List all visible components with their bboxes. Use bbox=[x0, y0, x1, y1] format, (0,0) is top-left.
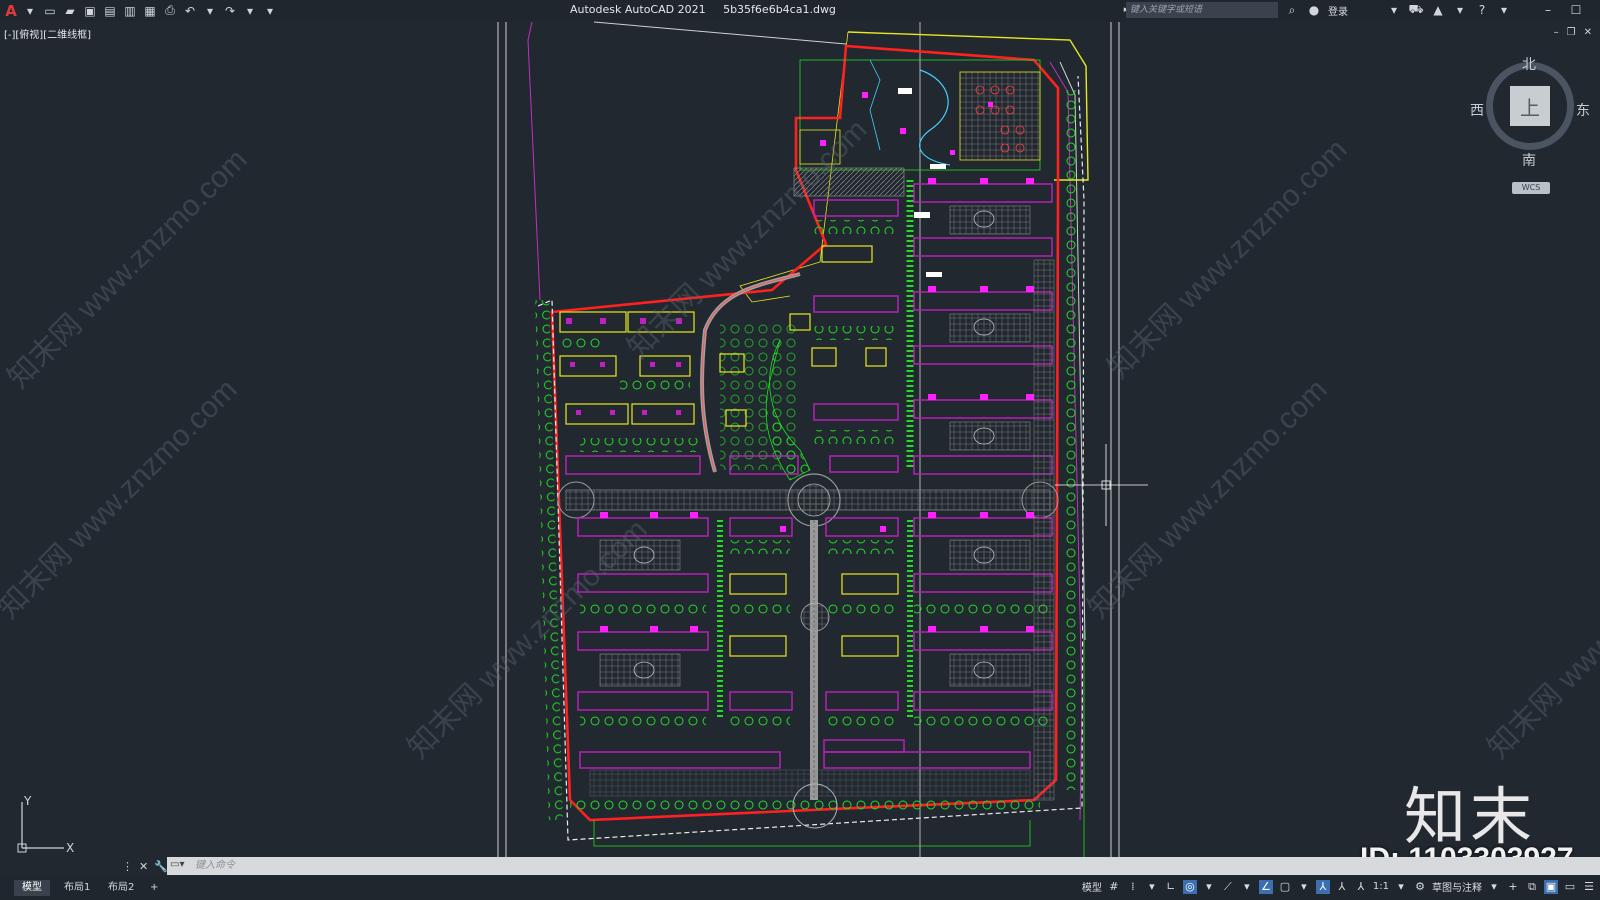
polar-dropdown-icon[interactable]: ▾ bbox=[1202, 880, 1216, 894]
workspace-switcher[interactable]: 草图与注释 bbox=[1432, 879, 1482, 894]
object-snap-icon[interactable]: ▢ bbox=[1278, 880, 1292, 894]
command-history-icon[interactable]: ▭▾ bbox=[170, 859, 184, 870]
viewcube-top-face[interactable]: 上 bbox=[1510, 86, 1550, 126]
tab-layout1[interactable]: 布局1 bbox=[56, 880, 98, 896]
plus-icon[interactable]: + bbox=[1506, 880, 1520, 894]
doc-minimize-icon[interactable]: – bbox=[1554, 27, 1559, 38]
compass-west[interactable]: 西 bbox=[1470, 100, 1484, 120]
auto-scale-icon[interactable]: ⅄ bbox=[1335, 880, 1349, 894]
search-icon[interactable]: ⌕ bbox=[1284, 2, 1300, 18]
help-icon[interactable]: ? bbox=[1474, 2, 1490, 18]
doc-close-icon[interactable]: ✕ bbox=[1584, 27, 1592, 38]
compass-east[interactable]: 东 bbox=[1576, 100, 1590, 120]
undo-dropdown-icon[interactable]: ▾ bbox=[202, 3, 218, 19]
viewport-controls[interactable]: [-][俯视][二维线框] bbox=[4, 26, 91, 41]
help-dropdown-icon[interactable]: ▾ bbox=[1496, 2, 1512, 18]
viewcube[interactable]: 北 南 西 东 上 WCS bbox=[1470, 54, 1590, 196]
undo-icon[interactable]: ↶ bbox=[182, 3, 198, 19]
ucs-icon: Y X bbox=[17, 796, 74, 855]
command-line: ⋮ ✕ 🔧 ▭▾ 键入命令 bbox=[122, 856, 1600, 876]
gear-icon[interactable]: ⚙ bbox=[1413, 880, 1427, 894]
print-icon[interactable]: ⎙ bbox=[162, 3, 178, 19]
plot-preview-icon[interactable]: ▦ bbox=[142, 3, 158, 19]
isolate-objects-icon[interactable]: ⧉ bbox=[1525, 880, 1539, 894]
compass-south[interactable]: 南 bbox=[1522, 150, 1536, 170]
annotation-scale-icon[interactable]: ⅄ bbox=[1354, 880, 1368, 894]
maximize-icon[interactable]: ☐ bbox=[1568, 2, 1584, 18]
title-bar: A ▾ ▭ ▰ ▣ ▤ ▥ ▦ ⎙ ↶ ▾ ↷ ▾ ▾ Autodesk Aut… bbox=[0, 0, 1600, 21]
ortho-icon[interactable]: ∟ bbox=[1164, 880, 1178, 894]
app-menu-button[interactable]: A bbox=[4, 2, 18, 20]
workspace-dropdown-icon[interactable]: ▾ bbox=[1487, 880, 1501, 894]
save-icon[interactable]: ▣ bbox=[82, 3, 98, 19]
close-icon[interactable]: ✕ bbox=[1596, 2, 1600, 18]
ucs-x-label: X bbox=[66, 841, 74, 855]
watermark-text: 知末网 www.znzmo.com bbox=[1102, 133, 1354, 385]
object-snap-tracking-icon[interactable]: ∠ bbox=[1258, 879, 1273, 894]
publish-icon[interactable]: ▥ bbox=[122, 3, 138, 19]
app-title: Autodesk AutoCAD 2021 bbox=[570, 3, 706, 16]
snap-icon[interactable]: ⁞ bbox=[1126, 880, 1140, 894]
app-dropdown-icon[interactable]: ▾ bbox=[1452, 2, 1468, 18]
window-controls: – ☐ ✕ bbox=[1540, 2, 1600, 18]
account-area: ⌕ ● 登录 bbox=[1284, 2, 1348, 18]
wrench-icon[interactable]: 🔧 bbox=[154, 860, 168, 873]
save-as-icon[interactable]: ▤ bbox=[102, 3, 118, 19]
file-name: 5b35f6e6b4ca1.dwg bbox=[723, 3, 836, 16]
minimize-icon[interactable]: – bbox=[1540, 2, 1556, 18]
model-space-button[interactable]: 模型 bbox=[1082, 879, 1102, 894]
isodraft-dropdown-icon[interactable]: ▾ bbox=[1240, 880, 1254, 894]
window-title: Autodesk AutoCAD 2021 5b35f6e6b4ca1.dwg bbox=[570, 3, 836, 16]
tab-model[interactable]: 模型 bbox=[14, 880, 50, 896]
redo-icon[interactable]: ↷ bbox=[222, 3, 238, 19]
search-input[interactable]: 键入关键字或短语 bbox=[1126, 2, 1278, 18]
help-area: ▾ ⛟ ▲ ▾ ? ▾ bbox=[1386, 2, 1512, 18]
object-snap-dropdown-icon[interactable]: ▾ bbox=[1297, 880, 1311, 894]
autodesk-app-icon[interactable]: ▲ bbox=[1430, 2, 1446, 18]
snap-dropdown-icon[interactable]: ▾ bbox=[1145, 880, 1159, 894]
hardware-acceleration-icon[interactable]: ▣ bbox=[1544, 879, 1558, 894]
grid-icon[interactable]: # bbox=[1107, 880, 1121, 894]
tab-layout2[interactable]: 布局2 bbox=[100, 880, 142, 896]
polar-icon[interactable]: ◎ bbox=[1182, 879, 1197, 894]
watermark-text: 知末网 www.znzmo.com bbox=[0, 373, 244, 625]
scale-dropdown-icon[interactable]: ▾ bbox=[1394, 880, 1408, 894]
cart-icon[interactable]: ⛟ bbox=[1408, 2, 1424, 18]
document-window-controls: – ❐ ✕ bbox=[1554, 27, 1592, 38]
annotation-visibility-icon[interactable]: ⅄ bbox=[1315, 879, 1330, 894]
account-dropdown-icon[interactable]: ▾ bbox=[1386, 2, 1402, 18]
compass-north[interactable]: 北 bbox=[1522, 54, 1536, 74]
customization-menu-icon[interactable]: ☰ bbox=[1582, 880, 1596, 894]
ucs-y-label: Y bbox=[23, 796, 32, 808]
wcs-menu[interactable]: WCS bbox=[1512, 182, 1550, 194]
redo-dropdown-icon[interactable]: ▾ bbox=[242, 3, 258, 19]
customize-icon[interactable]: ▾ bbox=[262, 3, 278, 19]
command-input[interactable]: 键入命令 bbox=[167, 857, 1600, 875]
open-icon[interactable]: ▰ bbox=[62, 3, 78, 19]
status-bar: 模型 布局1 布局2 + 模型 # ⁞ ▾ ∟ ◎ ▾ ⟋ ▾ ∠ ▢ ▾ ⅄ … bbox=[0, 876, 1600, 900]
drawing-canvas[interactable]: 知末网 www.znzmo.com 知末网 www.znzmo.com 知末网 … bbox=[0, 0, 1600, 900]
clean-screen-icon[interactable]: ▭ bbox=[1563, 880, 1577, 894]
command-line-icons: ⋮ ✕ 🔧 bbox=[122, 860, 168, 873]
watermark-text: 知末网 www.znzmo.com bbox=[1482, 513, 1600, 765]
login-button[interactable]: 登录 bbox=[1328, 3, 1348, 18]
app-menu-dropdown-icon[interactable]: ▾ bbox=[22, 3, 38, 19]
status-tools: 模型 # ⁞ ▾ ∟ ◎ ▾ ⟋ ▾ ∠ ▢ ▾ ⅄ ⅄ ⅄ 1:1 ▾ ⚙ 草… bbox=[1082, 879, 1596, 894]
command-grip-icon[interactable]: ⋮ bbox=[122, 860, 133, 873]
doc-restore-icon[interactable]: ❐ bbox=[1567, 27, 1576, 38]
new-icon[interactable]: ▭ bbox=[42, 3, 58, 19]
isodraft-icon[interactable]: ⟋ bbox=[1221, 880, 1235, 894]
watermark-text: 知末网 www.znzmo.com bbox=[2, 143, 254, 395]
command-close-icon[interactable]: ✕ bbox=[139, 860, 148, 873]
annotation-scale-value[interactable]: 1:1 bbox=[1373, 881, 1389, 892]
quick-access-toolbar: A ▾ ▭ ▰ ▣ ▤ ▥ ▦ ⎙ ↶ ▾ ↷ ▾ ▾ bbox=[0, 2, 278, 20]
user-icon[interactable]: ● bbox=[1306, 2, 1322, 18]
add-layout-button[interactable]: + bbox=[142, 880, 166, 896]
